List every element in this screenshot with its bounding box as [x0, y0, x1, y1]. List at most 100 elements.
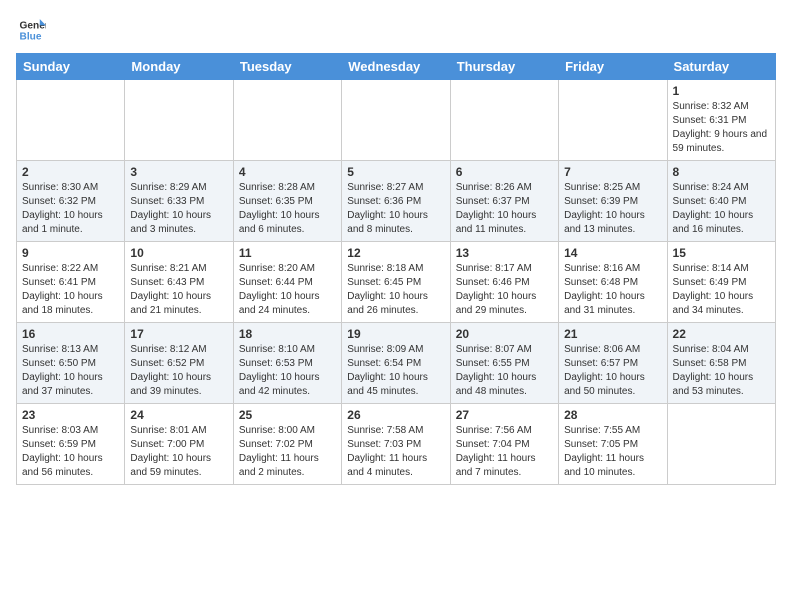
day-number: 8	[673, 165, 770, 179]
day-number: 13	[456, 246, 553, 260]
day-info: Sunrise: 8:06 AM Sunset: 6:57 PM Dayligh…	[564, 343, 661, 399]
calendar-cell: 1 Sunrise: 8:32 AM Sunset: 6:31 PM Daylig…	[667, 80, 775, 161]
calendar-cell: 14 Sunrise: 8:16 AM Sunset: 6:48 PM Dayli…	[559, 242, 667, 323]
day-number: 23	[22, 408, 119, 422]
calendar-cell	[559, 80, 667, 161]
calendar-cell	[342, 80, 450, 161]
day-info: Sunrise: 8:20 AM Sunset: 6:44 PM Dayligh…	[239, 262, 336, 318]
day-info: Sunrise: 7:56 AM Sunset: 7:04 PM Dayligh…	[456, 424, 553, 480]
calendar-cell: 2 Sunrise: 8:30 AM Sunset: 6:32 PM Daylig…	[17, 161, 125, 242]
day-info: Sunrise: 8:01 AM Sunset: 7:00 PM Dayligh…	[130, 424, 227, 480]
col-header-monday: Monday	[125, 54, 233, 80]
day-info: Sunrise: 8:03 AM Sunset: 6:59 PM Dayligh…	[22, 424, 119, 480]
day-number: 17	[130, 327, 227, 341]
day-info: Sunrise: 8:30 AM Sunset: 6:32 PM Dayligh…	[22, 181, 119, 237]
day-info: Sunrise: 8:13 AM Sunset: 6:50 PM Dayligh…	[22, 343, 119, 399]
day-info: Sunrise: 8:25 AM Sunset: 6:39 PM Dayligh…	[564, 181, 661, 237]
day-number: 6	[456, 165, 553, 179]
day-info: Sunrise: 8:18 AM Sunset: 6:45 PM Dayligh…	[347, 262, 444, 318]
day-info: Sunrise: 8:22 AM Sunset: 6:41 PM Dayligh…	[22, 262, 119, 318]
day-info: Sunrise: 7:58 AM Sunset: 7:03 PM Dayligh…	[347, 424, 444, 480]
day-info: Sunrise: 8:16 AM Sunset: 6:48 PM Dayligh…	[564, 262, 661, 318]
calendar-cell: 16 Sunrise: 8:13 AM Sunset: 6:50 PM Dayli…	[17, 323, 125, 404]
calendar-cell: 5 Sunrise: 8:27 AM Sunset: 6:36 PM Daylig…	[342, 161, 450, 242]
calendar-cell: 20 Sunrise: 8:07 AM Sunset: 6:55 PM Dayli…	[450, 323, 558, 404]
day-info: Sunrise: 8:12 AM Sunset: 6:52 PM Dayligh…	[130, 343, 227, 399]
day-number: 18	[239, 327, 336, 341]
col-header-friday: Friday	[559, 54, 667, 80]
day-info: Sunrise: 8:07 AM Sunset: 6:55 PM Dayligh…	[456, 343, 553, 399]
calendar-cell: 6 Sunrise: 8:26 AM Sunset: 6:37 PM Daylig…	[450, 161, 558, 242]
calendar-cell: 22 Sunrise: 8:04 AM Sunset: 6:58 PM Dayli…	[667, 323, 775, 404]
calendar-cell: 12 Sunrise: 8:18 AM Sunset: 6:45 PM Dayli…	[342, 242, 450, 323]
svg-text:Blue: Blue	[20, 31, 42, 42]
day-number: 1	[673, 84, 770, 98]
calendar-cell: 19 Sunrise: 8:09 AM Sunset: 6:54 PM Dayli…	[342, 323, 450, 404]
col-header-tuesday: Tuesday	[233, 54, 341, 80]
day-info: Sunrise: 7:55 AM Sunset: 7:05 PM Dayligh…	[564, 424, 661, 480]
calendar-cell: 7 Sunrise: 8:25 AM Sunset: 6:39 PM Daylig…	[559, 161, 667, 242]
day-info: Sunrise: 8:24 AM Sunset: 6:40 PM Dayligh…	[673, 181, 770, 237]
day-number: 9	[22, 246, 119, 260]
calendar-cell: 25 Sunrise: 8:00 AM Sunset: 7:02 PM Dayli…	[233, 404, 341, 485]
calendar-cell: 26 Sunrise: 7:58 AM Sunset: 7:03 PM Dayli…	[342, 404, 450, 485]
day-info: Sunrise: 8:27 AM Sunset: 6:36 PM Dayligh…	[347, 181, 444, 237]
day-number: 14	[564, 246, 661, 260]
day-info: Sunrise: 8:21 AM Sunset: 6:43 PM Dayligh…	[130, 262, 227, 318]
day-info: Sunrise: 8:09 AM Sunset: 6:54 PM Dayligh…	[347, 343, 444, 399]
calendar-cell: 11 Sunrise: 8:20 AM Sunset: 6:44 PM Dayli…	[233, 242, 341, 323]
col-header-sunday: Sunday	[17, 54, 125, 80]
day-number: 22	[673, 327, 770, 341]
calendar-cell: 15 Sunrise: 8:14 AM Sunset: 6:49 PM Dayli…	[667, 242, 775, 323]
day-info: Sunrise: 8:10 AM Sunset: 6:53 PM Dayligh…	[239, 343, 336, 399]
calendar-cell	[233, 80, 341, 161]
day-number: 7	[564, 165, 661, 179]
calendar-cell: 10 Sunrise: 8:21 AM Sunset: 6:43 PM Dayli…	[125, 242, 233, 323]
logo: General Blue	[16, 16, 50, 49]
calendar-cell: 28 Sunrise: 7:55 AM Sunset: 7:05 PM Dayli…	[559, 404, 667, 485]
calendar-cell	[125, 80, 233, 161]
calendar-cell: 13 Sunrise: 8:17 AM Sunset: 6:46 PM Dayli…	[450, 242, 558, 323]
day-info: Sunrise: 8:32 AM Sunset: 6:31 PM Dayligh…	[673, 100, 770, 156]
day-number: 10	[130, 246, 227, 260]
day-info: Sunrise: 8:04 AM Sunset: 6:58 PM Dayligh…	[673, 343, 770, 399]
day-info: Sunrise: 8:14 AM Sunset: 6:49 PM Dayligh…	[673, 262, 770, 318]
calendar-cell: 23 Sunrise: 8:03 AM Sunset: 6:59 PM Dayli…	[17, 404, 125, 485]
day-info: Sunrise: 8:28 AM Sunset: 6:35 PM Dayligh…	[239, 181, 336, 237]
calendar-cell: 3 Sunrise: 8:29 AM Sunset: 6:33 PM Daylig…	[125, 161, 233, 242]
calendar-cell	[17, 80, 125, 161]
day-number: 26	[347, 408, 444, 422]
calendar-cell: 17 Sunrise: 8:12 AM Sunset: 6:52 PM Dayli…	[125, 323, 233, 404]
col-header-saturday: Saturday	[667, 54, 775, 80]
day-number: 25	[239, 408, 336, 422]
calendar-cell: 8 Sunrise: 8:24 AM Sunset: 6:40 PM Daylig…	[667, 161, 775, 242]
day-number: 12	[347, 246, 444, 260]
calendar-cell: 4 Sunrise: 8:28 AM Sunset: 6:35 PM Daylig…	[233, 161, 341, 242]
day-number: 11	[239, 246, 336, 260]
day-number: 27	[456, 408, 553, 422]
calendar-cell: 27 Sunrise: 7:56 AM Sunset: 7:04 PM Dayli…	[450, 404, 558, 485]
day-number: 20	[456, 327, 553, 341]
day-number: 5	[347, 165, 444, 179]
day-info: Sunrise: 8:26 AM Sunset: 6:37 PM Dayligh…	[456, 181, 553, 237]
day-number: 16	[22, 327, 119, 341]
day-number: 15	[673, 246, 770, 260]
day-number: 4	[239, 165, 336, 179]
calendar-cell: 21Sunrise: 8:06 AM Sunset: 6:57 PM Dayli…	[559, 323, 667, 404]
day-number: 3	[130, 165, 227, 179]
day-number: 19	[347, 327, 444, 341]
calendar-cell: 18 Sunrise: 8:10 AM Sunset: 6:53 PM Dayli…	[233, 323, 341, 404]
calendar-cell	[667, 404, 775, 485]
day-number: 24	[130, 408, 227, 422]
day-info: Sunrise: 8:17 AM Sunset: 6:46 PM Dayligh…	[456, 262, 553, 318]
calendar-cell	[450, 80, 558, 161]
day-number: 2	[22, 165, 119, 179]
day-info: Sunrise: 8:00 AM Sunset: 7:02 PM Dayligh…	[239, 424, 336, 480]
col-header-thursday: Thursday	[450, 54, 558, 80]
col-header-wednesday: Wednesday	[342, 54, 450, 80]
day-info: Sunrise: 8:29 AM Sunset: 6:33 PM Dayligh…	[130, 181, 227, 237]
calendar-cell: 9 Sunrise: 8:22 AM Sunset: 6:41 PM Daylig…	[17, 242, 125, 323]
calendar-cell: 24 Sunrise: 8:01 AM Sunset: 7:00 PM Dayli…	[125, 404, 233, 485]
day-number: 28	[564, 408, 661, 422]
calendar-table: SundayMondayTuesdayWednesdayThursdayFrid…	[16, 53, 776, 485]
